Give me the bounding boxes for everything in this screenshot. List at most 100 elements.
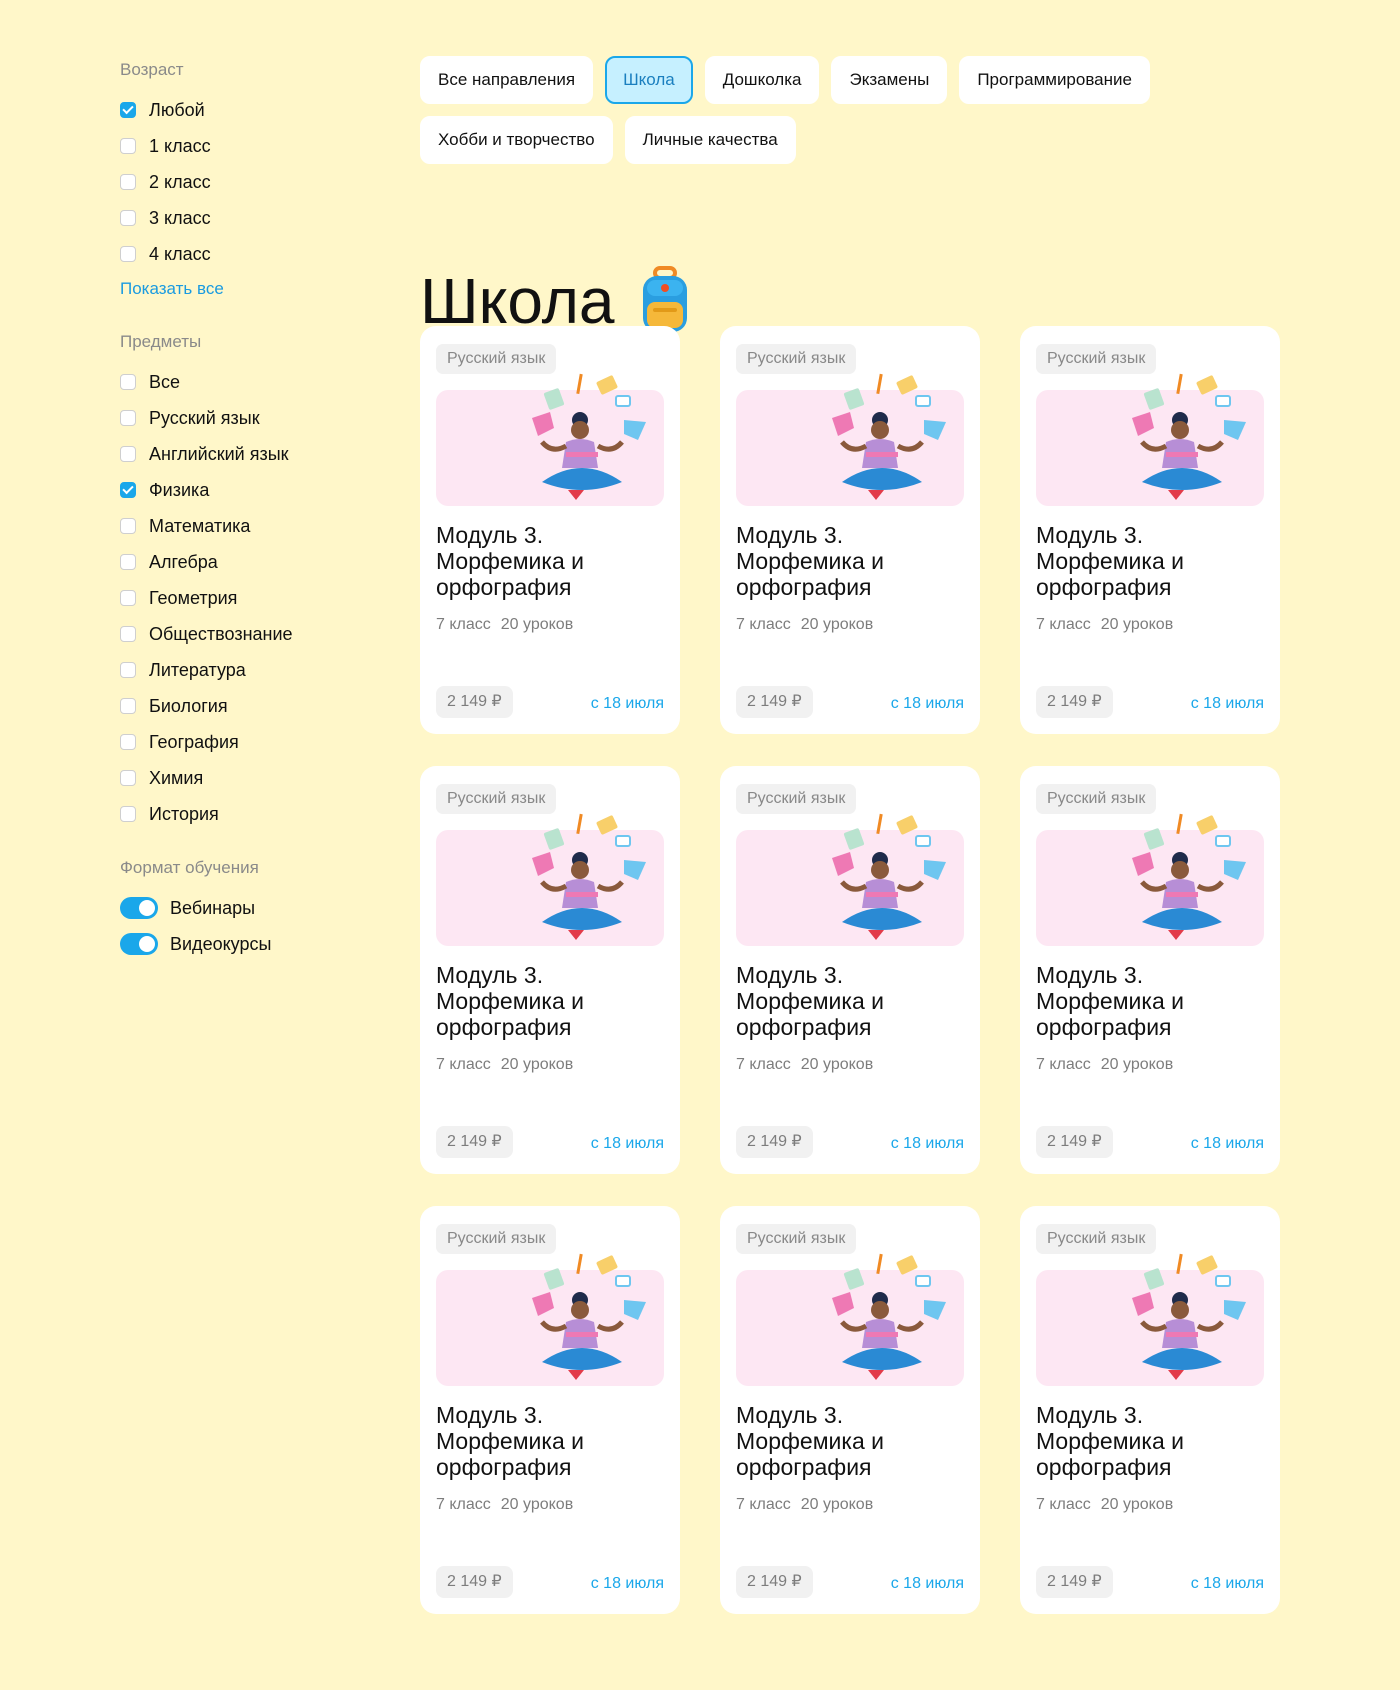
- category-tab[interactable]: Все направления: [420, 56, 594, 104]
- checkbox[interactable]: [120, 102, 136, 118]
- format-option[interactable]: Видеокурсы: [120, 926, 420, 962]
- subject-option[interactable]: Биология: [120, 688, 420, 724]
- course-title: Модуль 3. Морфемика и орфография: [436, 1402, 584, 1480]
- checkbox[interactable]: [120, 770, 136, 786]
- course-card[interactable]: Русский язык Модуль 3. Морфемика и орфог…: [420, 1206, 680, 1614]
- age-option[interactable]: 2 класс: [120, 164, 420, 200]
- course-price: 2 149 ₽: [1036, 1566, 1113, 1598]
- show-all-link[interactable]: Показать все: [120, 272, 224, 306]
- subject-option-label: Литература: [149, 659, 246, 680]
- course-start-date[interactable]: с 18 июля: [1191, 695, 1264, 713]
- course-card[interactable]: Русский язык Модуль 3. Морфемика и орфог…: [720, 1206, 980, 1614]
- checkbox[interactable]: [120, 626, 136, 642]
- category-tab[interactable]: Дошколка: [704, 56, 820, 104]
- category-tab[interactable]: Личные качества: [624, 116, 796, 164]
- subject-option[interactable]: Химия: [120, 760, 420, 796]
- course-meta: 7 класс 20 уроков: [436, 1496, 573, 1514]
- course-card[interactable]: Русский язык Модуль 3. Морфемика и орфог…: [1020, 326, 1280, 734]
- course-lessons: 20 уроков: [800, 1056, 874, 1073]
- toggle-switch[interactable]: [120, 933, 158, 955]
- checkbox[interactable]: [120, 138, 136, 154]
- checkbox[interactable]: [120, 590, 136, 606]
- subject-option[interactable]: Математика: [120, 508, 420, 544]
- subject-option[interactable]: История: [120, 796, 420, 832]
- course-start-date[interactable]: с 18 июля: [591, 1575, 664, 1593]
- checkbox[interactable]: [120, 662, 136, 678]
- course-start-date[interactable]: с 18 июля: [891, 1575, 964, 1593]
- course-start-date[interactable]: с 18 июля: [891, 695, 964, 713]
- course-cover: [736, 813, 964, 946]
- course-start-date[interactable]: с 18 июля: [591, 695, 664, 713]
- course-card[interactable]: Русский язык Модуль 3. Морфемика и орфог…: [720, 766, 980, 1174]
- subject-option-label: Все: [149, 371, 181, 392]
- format-option[interactable]: Вебинары: [120, 890, 420, 926]
- subjects-filter-title: Предметы: [120, 332, 202, 351]
- course-grade: 7 класс: [736, 616, 791, 633]
- course-card[interactable]: Русский язык Модуль 3. Морфемика и орфог…: [420, 326, 680, 734]
- course-lessons: 20 уроков: [1100, 616, 1174, 633]
- age-option[interactable]: 1 класс: [120, 128, 420, 164]
- subject-option[interactable]: Обществознание: [120, 616, 420, 652]
- checkbox[interactable]: [120, 374, 136, 390]
- subjects-filter: Предметы Все Русский язык Английский язык Ф…: [120, 330, 420, 832]
- format-option-label: Вебинары: [170, 897, 256, 918]
- course-start-date[interactable]: с 18 июля: [591, 1135, 664, 1153]
- course-meta: 7 класс 20 уроков: [736, 1496, 873, 1514]
- checkbox[interactable]: [120, 806, 136, 822]
- course-lessons: 20 уроков: [500, 1056, 574, 1073]
- age-filter: Возраст Любой 1 класс 2 класс 3 класс 4 клас…: [120, 58, 420, 306]
- subject-tag: Русский язык: [436, 784, 557, 814]
- course-start-date[interactable]: с 18 июля: [891, 1135, 964, 1153]
- subject-tag: Русский язык: [436, 1224, 557, 1254]
- course-title: Модуль 3. Морфемика и орфография: [1036, 522, 1184, 600]
- course-card[interactable]: Русский язык Модуль 3. Морфемика и орфог…: [1020, 766, 1280, 1174]
- subject-option-label: История: [149, 803, 219, 824]
- course-lessons: 20 уроков: [800, 1496, 874, 1513]
- subject-option-label: Геометрия: [149, 587, 238, 608]
- checkbox[interactable]: [120, 174, 136, 190]
- checkbox[interactable]: [120, 410, 136, 426]
- checkbox[interactable]: [120, 210, 136, 226]
- course-lessons: 20 уроков: [500, 616, 574, 633]
- course-start-date[interactable]: с 18 июля: [1191, 1135, 1264, 1153]
- course-card[interactable]: Русский язык Модуль 3. Морфемика и орфог…: [1020, 1206, 1280, 1614]
- category-tab[interactable]: Экзамены: [831, 56, 948, 104]
- subject-option[interactable]: Физика: [120, 472, 420, 508]
- checkbox[interactable]: [120, 246, 136, 262]
- course-grade: 7 класс: [736, 1496, 791, 1513]
- subject-option[interactable]: Английский язык: [120, 436, 420, 472]
- checkbox[interactable]: [120, 446, 136, 462]
- subject-tag: Русский язык: [1036, 784, 1157, 814]
- course-grade: 7 класс: [1036, 616, 1091, 633]
- age-option[interactable]: Любой: [120, 92, 420, 128]
- course-cover: [1036, 813, 1264, 946]
- subject-option[interactable]: Геометрия: [120, 580, 420, 616]
- checkbox[interactable]: [120, 482, 136, 498]
- category-tab[interactable]: Программирование: [959, 56, 1150, 104]
- age-option[interactable]: 3 класс: [120, 200, 420, 236]
- subject-option[interactable]: Литература: [120, 652, 420, 688]
- checkbox[interactable]: [120, 554, 136, 570]
- subject-option-label: География: [149, 731, 239, 752]
- course-start-date[interactable]: с 18 июля: [1191, 1575, 1264, 1593]
- course-grade: 7 класс: [1036, 1496, 1091, 1513]
- course-cover: [1036, 373, 1264, 506]
- course-card[interactable]: Русский язык Модуль 3. Морфемика и орфог…: [720, 326, 980, 734]
- subject-option[interactable]: Русский язык: [120, 400, 420, 436]
- checkbox[interactable]: [120, 698, 136, 714]
- course-title: Модуль 3. Морфемика и орфография: [736, 962, 884, 1040]
- subject-option[interactable]: Все: [120, 364, 420, 400]
- category-tab[interactable]: Хобби и творчество: [420, 116, 613, 164]
- checkbox[interactable]: [120, 518, 136, 534]
- subject-option[interactable]: География: [120, 724, 420, 760]
- category-tab[interactable]: Школа: [605, 56, 693, 104]
- juggling-student-illustration: [532, 1253, 646, 1380]
- subject-option-label: Обществознание: [149, 623, 293, 644]
- course-card[interactable]: Русский язык Модуль 3. Морфемика и орфог…: [420, 766, 680, 1174]
- subject-option[interactable]: Алгебра: [120, 544, 420, 580]
- toggle-switch[interactable]: [120, 897, 158, 919]
- juggling-student-illustration: [1132, 813, 1246, 940]
- subject-option-label: Алгебра: [149, 551, 218, 572]
- age-option[interactable]: 4 класс: [120, 236, 420, 272]
- checkbox[interactable]: [120, 734, 136, 750]
